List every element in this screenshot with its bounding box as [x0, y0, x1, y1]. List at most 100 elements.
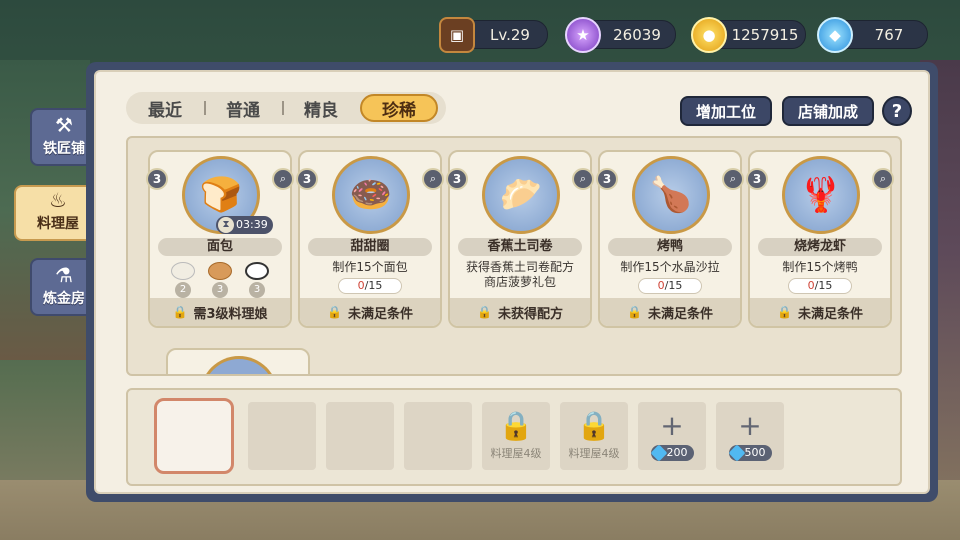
unlock-condition-line: 商店菠萝礼包	[483, 275, 556, 289]
star-medal-icon: ★	[565, 17, 601, 53]
progress-done: 0	[807, 279, 815, 292]
side-tab-label: 铁匠铺	[43, 141, 85, 157]
roast-duck-icon: 🍗	[632, 156, 710, 234]
recipe-card-donut[interactable]: 3 ⌕ 🍩 甜甜圈 制作15个面包 0/15 🔒 未满足条件	[296, 150, 444, 328]
level-value: Lv.29	[490, 25, 530, 44]
timer-value: 03:39	[236, 218, 268, 231]
recipe-requirement: 🔒 未满足条件	[750, 298, 890, 326]
ingredient-count: 2	[175, 282, 191, 298]
slot-price-value: 200	[666, 446, 688, 459]
gem-currency-display[interactable]: ◆ 767	[817, 17, 928, 53]
requirement-text: 需3级料理娘	[193, 306, 268, 322]
recipe-name: 面包	[158, 238, 282, 256]
workstation-slot-buy[interactable]: + 200	[638, 402, 706, 470]
plus-icon: +	[738, 409, 762, 442]
lobster-icon: 🦞	[782, 156, 860, 234]
recipe-list[interactable]: 3 ⌕ 🍞 ⧗ 03:39 面包 2 3 3 🔒 需3级料理娘 3 ⌕ 🍩 甜甜…	[126, 136, 902, 376]
ingredient-count: 3	[249, 282, 265, 298]
workstation-slot-selected[interactable]	[154, 398, 234, 474]
anvil-icon: ⚒	[55, 113, 73, 137]
gold-currency-display[interactable]: ● 1257915	[691, 17, 806, 53]
unlock-condition: 制作15个水晶沙拉	[620, 260, 720, 274]
treasure-chest-icon: ▣	[439, 17, 475, 53]
recipe-card-bread[interactable]: 3 ⌕ 🍞 ⧗ 03:39 面包 2 3 3 🔒 需3级料理娘	[146, 150, 294, 328]
hourglass-icon: ⧗	[218, 217, 234, 233]
progress-counter: 0/15	[788, 278, 852, 294]
unlock-condition: 获得香蕉土司卷配方 商店菠萝礼包	[454, 260, 586, 290]
gem-icon	[650, 444, 667, 462]
tab-common[interactable]: 普通	[204, 94, 282, 122]
craft-timer: ⧗ 03:39	[216, 216, 273, 234]
magnifier-icon[interactable]: ⌕	[872, 168, 894, 190]
progress-total: /15	[364, 279, 383, 292]
flask-icon: ⚗	[55, 263, 73, 287]
recipe-card-roast-duck[interactable]: 3 ⌕ 🍗 烤鸭 制作15个水晶沙拉 0/15 🔒 未满足条件	[596, 150, 744, 328]
help-button[interactable]: ?	[882, 96, 912, 126]
recipe-name: 烤鸭	[608, 238, 732, 256]
workstation-slot-empty[interactable]	[248, 402, 316, 470]
workstation-slot-locked[interactable]: 🔒 料理屋4级	[482, 402, 550, 470]
recipe-name: 烧烤龙虾	[758, 238, 882, 256]
lock-icon: 🔒	[172, 305, 188, 319]
lock-icon: 🔒	[576, 409, 612, 442]
recipe-name: 香蕉土司卷	[458, 238, 582, 256]
ingredient-list: 2 3 3	[170, 262, 270, 298]
donut-icon: 🍩	[332, 156, 410, 234]
progress-counter: 0/15	[338, 278, 402, 294]
side-tab-label: 炼金房	[43, 291, 85, 307]
recipe-name: 甜甜圈	[308, 238, 432, 256]
magnifier-icon[interactable]: ⌕	[722, 168, 744, 190]
recipe-card-grilled-lobster[interactable]: 3 ⌕ 🦞 烧烤龙虾 制作15个烤鸭 0/15 🔒 未满足条件	[746, 150, 894, 328]
add-workstation-button[interactable]: 增加工位	[680, 96, 772, 126]
tab-fine[interactable]: 精良	[282, 94, 360, 122]
recipe-requirement: 🔒 未获得配方	[450, 298, 590, 326]
requirement-text: 未满足条件	[347, 306, 413, 322]
workstation-slots: 🔒 料理屋4级 🔒 料理屋4级 + 200 + 500	[126, 388, 902, 486]
star-currency-display[interactable]: ★ 26039	[565, 17, 676, 53]
slot-price-value: 500	[744, 446, 766, 459]
crafting-panel-body: 最近 普通 精良 珍稀 增加工位 店铺加成 ? 3 ⌕ 🍞 ⧗ 03:39 面包	[94, 70, 930, 494]
crafting-panel: 最近 普通 精良 珍稀 增加工位 店铺加成 ? 3 ⌕ 🍞 ⧗ 03:39 面包	[86, 62, 938, 502]
recipe-requirement: 🔒 未满足条件	[300, 298, 440, 326]
shop-bonus-button[interactable]: 店铺加成	[782, 96, 874, 126]
recipe-level-badge: 3	[446, 168, 468, 190]
ingredient-count: 3	[212, 282, 228, 298]
progress-done: 0	[657, 279, 665, 292]
progress-total: /15	[814, 279, 833, 292]
recipe-requirement: 🔒 未满足条件	[600, 298, 740, 326]
workstation-slot-buy[interactable]: + 500	[716, 402, 784, 470]
recipe-level-badge: 3	[146, 168, 168, 190]
lock-icon: 🔒	[327, 305, 342, 319]
progress-done: 0	[357, 279, 365, 292]
workstation-slot-empty[interactable]	[404, 402, 472, 470]
recipe-card-next-row[interactable]	[166, 348, 310, 374]
progress-counter: 0/15	[638, 278, 702, 294]
ingredient-item: 3	[207, 262, 233, 298]
recipe-level-badge: 3	[296, 168, 318, 190]
gold-coin-icon: ●	[691, 17, 727, 53]
slot-unlock-requirement: 料理屋4级	[568, 447, 620, 460]
workstation-slot-locked[interactable]: 🔒 料理屋4级	[560, 402, 628, 470]
requirement-text: 未满足条件	[647, 306, 713, 322]
rarity-filter-tabs: 最近 普通 精良 珍稀	[126, 92, 446, 124]
workstation-slot-empty[interactable]	[326, 402, 394, 470]
tab-rare[interactable]: 珍稀	[360, 94, 438, 122]
magnifier-icon[interactable]: ⌕	[272, 168, 294, 190]
pot-icon: ♨	[49, 188, 67, 212]
tab-recent[interactable]: 最近	[126, 94, 204, 122]
slot-unlock-requirement: 料理屋4级	[490, 447, 542, 460]
unlock-condition-line: 获得香蕉土司卷配方	[465, 260, 574, 274]
unlock-condition: 制作15个面包	[332, 260, 408, 274]
toast-roll-icon: 🥟	[482, 156, 560, 234]
requirement-text: 未获得配方	[497, 306, 563, 322]
level-display: ▣ Lv.29	[439, 17, 548, 53]
unlock-condition: 制作15个烤鸭	[782, 260, 858, 274]
magnifier-icon[interactable]: ⌕	[572, 168, 594, 190]
gem-value: 767	[874, 25, 904, 44]
ingredient-item: 3	[244, 262, 270, 298]
flour-icon	[171, 262, 195, 280]
plus-icon: +	[660, 409, 684, 442]
recipe-card-banana-toast[interactable]: 3 ⌕ 🥟 香蕉土司卷 获得香蕉土司卷配方 商店菠萝礼包 🔒 未获得配方	[446, 150, 594, 328]
slot-price: 500	[728, 444, 772, 462]
magnifier-icon[interactable]: ⌕	[422, 168, 444, 190]
